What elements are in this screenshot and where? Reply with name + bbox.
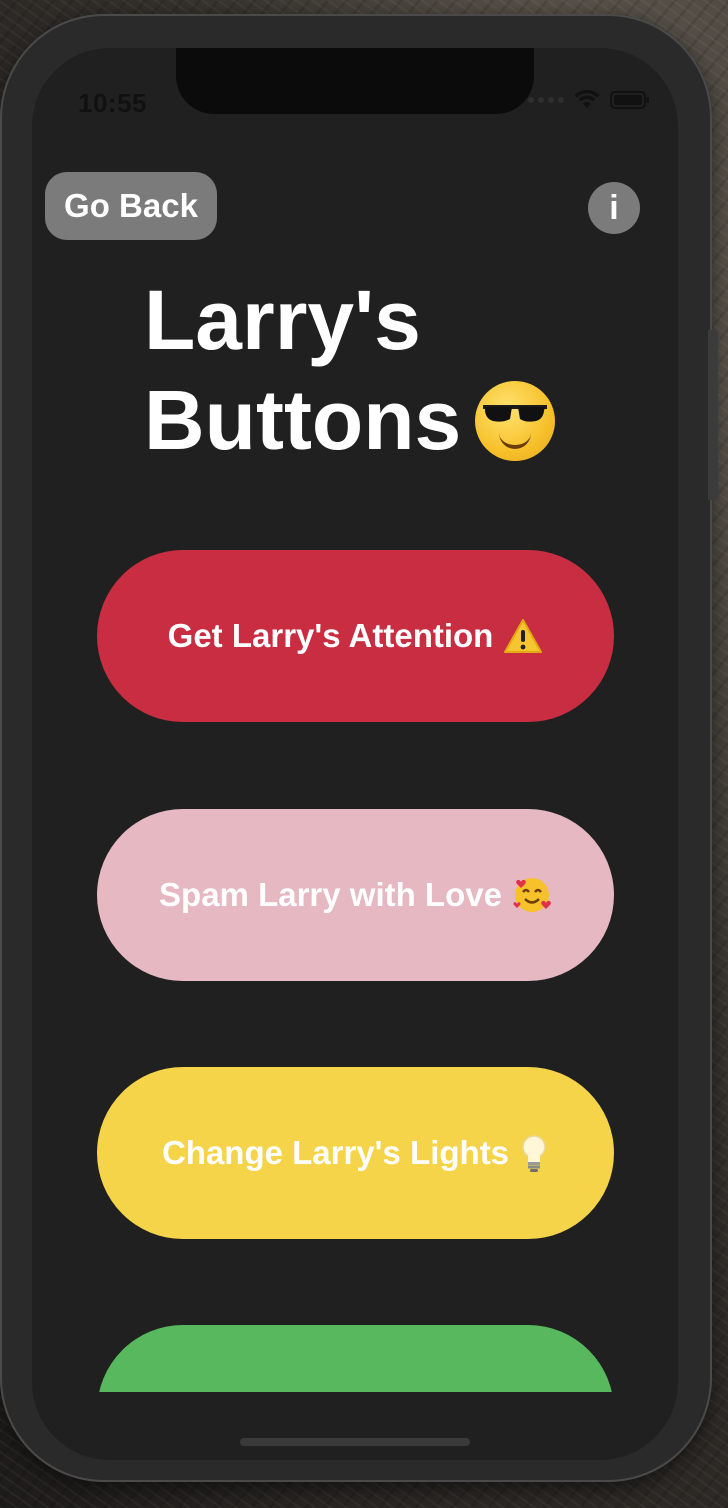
get-attention-button[interactable]: Get Larry's Attention xyxy=(97,550,614,722)
signal-icon xyxy=(528,97,564,103)
page-title: Larry's Buttons xyxy=(144,270,604,470)
status-icons xyxy=(528,90,650,110)
light-bulb-icon xyxy=(519,1133,549,1173)
warning-icon xyxy=(503,618,543,654)
notch xyxy=(176,48,534,114)
change-lights-label: Change Larry's Lights xyxy=(161,1134,510,1171)
title-line-1: Larry's xyxy=(144,273,421,367)
smiling-face-with-hearts-icon xyxy=(512,875,552,915)
wifi-icon xyxy=(574,90,600,110)
status-time: 10:55 xyxy=(78,88,147,118)
title-line-2-wrapper: Buttons xyxy=(144,370,604,470)
title-line-2: Buttons xyxy=(144,373,462,467)
battery-icon xyxy=(610,90,650,110)
smiling-face-with-sunglasses-icon xyxy=(475,380,556,461)
info-icon: i xyxy=(609,188,619,227)
go-back-button[interactable]: Go Back xyxy=(45,172,217,240)
home-indicator[interactable] xyxy=(240,1438,470,1446)
get-attention-label: Get Larry's Attention xyxy=(167,617,494,654)
app-screen: 10:55 Go Back i Larry's Buttons Get Larr… xyxy=(32,48,678,1460)
bottom-safe-area xyxy=(32,1392,678,1460)
change-lights-button[interactable]: Change Larry's Lights xyxy=(97,1067,614,1239)
info-button[interactable]: i xyxy=(588,182,640,234)
spam-love-button[interactable]: Spam Larry with Love xyxy=(97,809,614,981)
side-button xyxy=(708,330,718,500)
spam-love-label: Spam Larry with Love xyxy=(159,876,502,913)
phone-frame: 10:55 Go Back i Larry's Buttons Get Larr… xyxy=(0,14,712,1482)
